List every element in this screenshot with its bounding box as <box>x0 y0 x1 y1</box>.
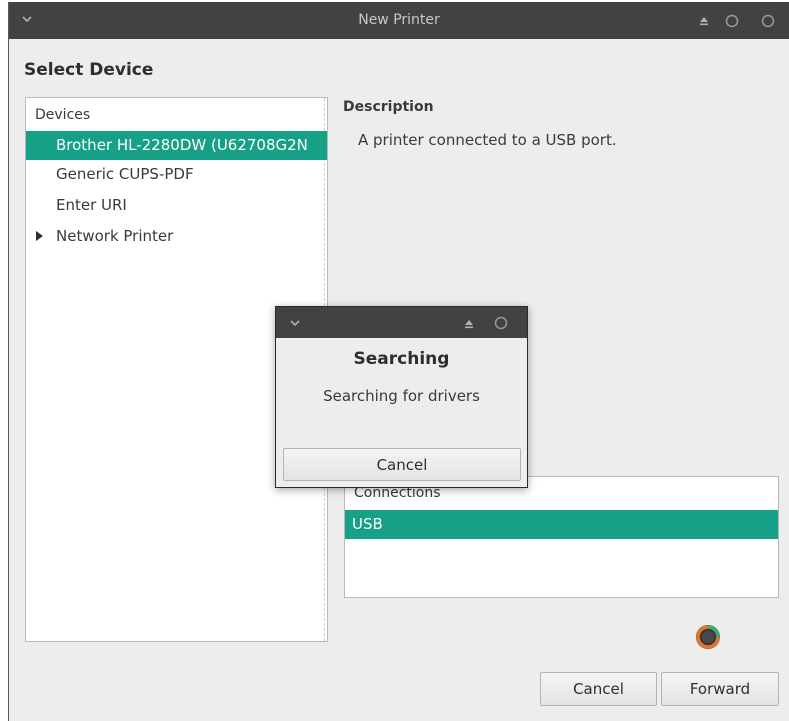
eject-icon[interactable] <box>462 316 476 330</box>
window-title: New Printer <box>358 12 440 28</box>
minimize-circle-icon[interactable] <box>725 13 739 28</box>
searching-dialog: Searching Searching for drivers Cancel <box>275 306 528 488</box>
chevron-down-icon[interactable] <box>288 315 302 329</box>
eject-icon[interactable] <box>697 13 711 27</box>
forward-button[interactable]: Forward <box>661 672 779 706</box>
device-item-label: Generic CUPS-PDF <box>56 165 194 183</box>
close-circle-icon[interactable] <box>761 13 775 28</box>
dialog-heading: Searching <box>353 349 450 369</box>
dialog-cancel-button[interactable]: Cancel <box>283 448 521 481</box>
devices-column-header[interactable]: Devices <box>35 107 90 123</box>
device-item-brother[interactable]: Brother HL-2280DW (U62708G2N <box>26 131 327 160</box>
device-item-label: Enter URI <box>56 196 127 214</box>
device-item-generic-cups-pdf[interactable]: Generic CUPS-PDF <box>26 160 327 189</box>
connections-list[interactable]: Connections USB <box>344 476 779 598</box>
expander-arrow-icon[interactable] <box>36 231 43 241</box>
cancel-button[interactable]: Cancel <box>540 672 657 706</box>
connection-item-label: USB <box>352 515 383 533</box>
description-text: A printer connected to a USB port. <box>358 131 617 149</box>
device-item-label: Brother HL-2280DW (U62708G2N <box>56 136 308 154</box>
device-item-label: Network Printer <box>56 227 174 245</box>
close-circle-icon[interactable] <box>494 315 508 330</box>
loading-spinner-icon <box>694 623 722 651</box>
device-item-enter-uri[interactable]: Enter URI <box>26 191 327 220</box>
dialog-titlebar <box>276 307 527 338</box>
device-item-network-printer[interactable]: Network Printer <box>26 222 327 251</box>
description-title: Description <box>343 99 434 115</box>
window-titlebar: New Printer <box>9 2 789 39</box>
connection-item-usb[interactable]: USB <box>345 510 778 539</box>
page-title: Select Device <box>24 60 154 80</box>
dialog-message: Searching for drivers <box>323 387 480 405</box>
